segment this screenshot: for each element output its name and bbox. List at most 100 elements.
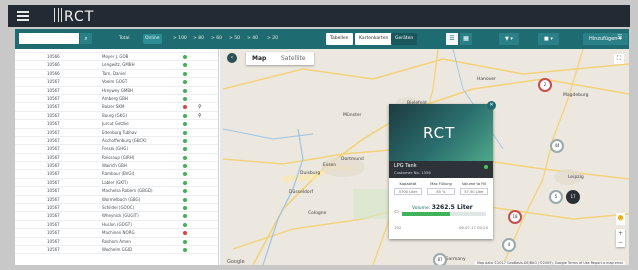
customer-id: 10567	[47, 179, 60, 185]
grid-view-button[interactable]: ▦	[460, 33, 472, 45]
filter-chip-60[interactable]: > 60	[209, 34, 224, 44]
map-cluster-marker[interactable]: 17	[566, 190, 580, 204]
map-cluster-marker[interactable]: 44	[550, 139, 564, 153]
list-item[interactable]: 10567 Aschoffenburg (GBCK)	[15, 137, 218, 146]
customer-id: 10567	[47, 121, 60, 127]
stat-capacity: Kapazität 5700 Liter	[394, 182, 422, 195]
list-item[interactable]: 10567 Machinen NORG	[15, 229, 218, 238]
map-cluster-marker[interactable]: 2	[538, 78, 552, 92]
customer-name: Machelsa Robern (GBGD)	[102, 188, 153, 194]
status-dot	[183, 222, 187, 227]
map-city-label: Duisburg	[300, 171, 321, 176]
map-cluster-marker[interactable]: 5	[549, 190, 563, 204]
map-cluster-marker[interactable]: 4	[502, 238, 516, 252]
list-item[interactable]: 10567 Schildel (GOOC)	[15, 204, 218, 213]
list-item[interactable]: 10567 Fessei (GHG)	[15, 145, 218, 154]
more-menu-icon[interactable]: ☰	[617, 34, 622, 41]
status-dot	[183, 130, 187, 135]
status-dot	[183, 138, 187, 143]
filter-icon: ▼ ▾	[505, 36, 513, 42]
zoom-out-button[interactable]: −	[616, 238, 625, 247]
customer-name: Wheynick (GUGIT)	[102, 213, 139, 219]
list-item[interactable]: 10566 Lengwitz, GMBH	[15, 61, 218, 70]
status-dot	[183, 164, 187, 169]
view-tab-geraeten[interactable]: Geräten	[391, 33, 418, 45]
list-item[interactable]: 10567 Machelsa Robern (GBGD)	[15, 187, 218, 196]
options-dropdown[interactable]: ■ ▾	[538, 33, 559, 45]
list-icon: ☰	[449, 35, 455, 42]
list-item[interactable]: 10567 Jurcut Getzke	[15, 120, 218, 129]
list-item[interactable]: 10567 Reissaup (GIRH)	[15, 154, 218, 163]
popup-close-button[interactable]: ✕	[487, 101, 496, 110]
filter-chip-80[interactable]: > 80	[191, 34, 206, 44]
map-city-label: Leipzig	[568, 175, 584, 180]
map-tab-map[interactable]: Map	[252, 52, 266, 65]
filter-chip-50[interactable]: > 50	[227, 34, 242, 44]
map-attribution[interactable]: Map data ©2017 GeoBasis-DE/BKG (©2009), …	[474, 261, 625, 265]
filter-chip-online[interactable]: Online	[143, 34, 162, 44]
customer-id: 10567	[47, 221, 60, 227]
list-item[interactable]: 10567 Hreywey GMBH	[15, 87, 218, 95]
chevron-left-icon: ‹	[230, 54, 234, 61]
customer-id: 10567	[47, 196, 60, 202]
list-item[interactable]: 10566 Tarn, Daniel	[15, 70, 218, 79]
list-item[interactable]: 10567 Amberg GBH	[15, 95, 218, 104]
map-tab-satellite[interactable]: Satellite	[281, 52, 306, 65]
list-item[interactable]: 10567 Bourg (GKG) ⚲	[15, 112, 218, 121]
list-item[interactable]: 10566 Meyer J. GOB	[15, 53, 218, 62]
list-item[interactable]: 10567 Edenburg Tubhav	[15, 129, 218, 137]
status-dot	[183, 88, 187, 93]
list-item[interactable]: 10567 Wochelm GGID	[15, 246, 218, 255]
customer-name: Balzer SKM	[102, 104, 125, 110]
list-item[interactable]: 10567 Rambaur (BVGI)	[15, 170, 218, 179]
filter-chip-40[interactable]: > 40	[245, 34, 260, 44]
filter-chip-100[interactable]: > 100	[171, 34, 189, 44]
customer-name: Amberg GBH	[102, 95, 128, 101]
list-item[interactable]: 10567 Wairich GBH	[15, 162, 218, 171]
customer-id: 10567	[47, 213, 60, 219]
search-icon: ⌕	[84, 35, 88, 42]
map-cluster-marker[interactable]: 18	[508, 210, 522, 224]
status-dot	[183, 231, 187, 236]
search-input[interactable]	[19, 33, 79, 44]
status-dot	[183, 71, 187, 76]
zoom-controls: + −	[616, 229, 625, 247]
collapse-list-button[interactable]: ‹	[227, 53, 237, 63]
status-dot	[183, 122, 187, 127]
list-item[interactable]: 10567 Huslon (GOGT)	[15, 221, 218, 230]
location-pin-icon[interactable]: ⚲	[198, 112, 202, 120]
list-item[interactable]: 10567 Roshom Amen	[15, 238, 218, 246]
popup-header: RCT	[389, 104, 493, 161]
map-city-label: Magdeburg	[563, 93, 589, 98]
filter-chip-total[interactable]: Total	[117, 34, 132, 44]
view-tab-tabellen[interactable]: Tabellen	[326, 33, 353, 45]
fullscreen-button[interactable]: ⛶	[614, 54, 624, 64]
list-item[interactable]: 10567 Voelm GOGT	[15, 78, 218, 87]
street-view-pegman-icon[interactable]: ☻	[616, 213, 625, 225]
map-footer: Google Map data ©2017 GeoBasis-DE/BKG (©…	[223, 259, 629, 265]
list-item[interactable]: 10567 Wormelbach (GBG)	[15, 196, 218, 205]
list-item[interactable]: 10567 Labler (GKTI)	[15, 179, 218, 188]
map-city-label: Münster	[343, 113, 362, 118]
status-dot	[183, 147, 187, 152]
status-dot	[183, 113, 187, 118]
status-dot	[183, 155, 187, 160]
menu-icon[interactable]	[17, 11, 29, 21]
filter-dropdown[interactable]: ▼ ▾	[499, 33, 519, 45]
list-view-button[interactable]: ☰	[446, 33, 458, 45]
list-item[interactable]: 10567 Balzer SKM ⚲	[15, 103, 218, 112]
list-item[interactable]: 10567 Wheynick (GUGIT)	[15, 212, 218, 221]
customer-name: Wochelm GGID	[102, 246, 133, 252]
customer-id: 10567	[47, 154, 60, 160]
card-icon: ■ ▾	[544, 36, 553, 42]
status-dot	[183, 172, 187, 177]
map-view[interactable]: ‹ Map Satellite ⛶ BielefeldMünsterHanove…	[223, 49, 629, 265]
customer-name: Edenburg Tubhav	[102, 129, 137, 135]
filter-chip-20[interactable]: > 20	[265, 34, 280, 44]
location-pin-icon[interactable]: ⚲	[198, 103, 202, 111]
customer-name: Hreywey GMBH	[102, 87, 134, 93]
search-button[interactable]: ⌕	[80, 33, 92, 44]
popup-customer-number: Customer No. 1356	[394, 170, 431, 175]
view-tab-karten[interactable]: Kartenkarten	[355, 33, 393, 45]
zoom-in-button[interactable]: +	[616, 229, 625, 238]
